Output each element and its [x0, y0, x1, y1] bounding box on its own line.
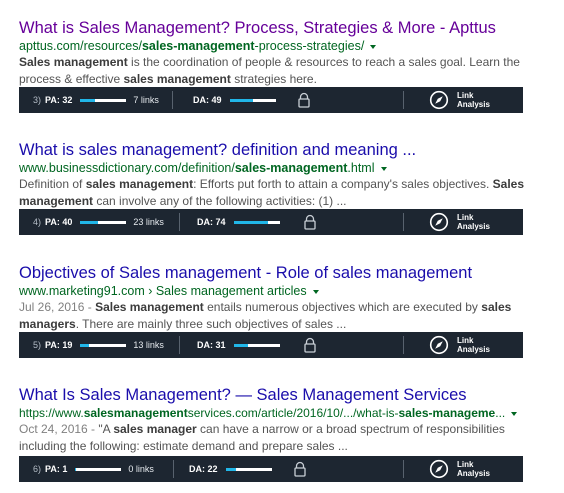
compass-icon[interactable]: [429, 90, 449, 110]
seo-metrics-bar: 6) PA: 10 links DA: 22 Link Analysis: [19, 456, 523, 482]
result-snippet: Oct 24, 2016 - "A sales manager can have…: [19, 422, 505, 453]
result-title-link[interactable]: What is Sales Management? Process, Strat…: [19, 18, 559, 38]
da-meter-fill: [233, 220, 268, 224]
da-meter: [233, 343, 280, 347]
compass-icon[interactable]: [429, 459, 449, 479]
result-title-link[interactable]: What Is Sales Management? — Sales Manage…: [19, 385, 559, 405]
links-count: 23 links: [133, 217, 164, 227]
url-dropdown-caret-icon[interactable]: [511, 411, 518, 416]
divider: [172, 91, 173, 109]
link-analysis-button[interactable]: Link Analysis: [457, 336, 490, 354]
result-url: https://www.salesmanagementservices.com/…: [19, 405, 559, 421]
url-dropdown-caret-icon[interactable]: [312, 289, 319, 294]
url-dropdown-caret-icon[interactable]: [380, 166, 387, 171]
da-meter: [229, 98, 276, 102]
da-meter-fill: [225, 467, 236, 471]
pa-meter: [80, 98, 127, 102]
da-metric: DA: 22: [189, 456, 272, 482]
divider: [403, 460, 404, 478]
da-meter-fill: [229, 98, 253, 102]
seo-metrics-bar: 3) PA: 32 7 links DA: 49 Link Analysis: [19, 87, 523, 113]
links-count: 0 links: [128, 464, 154, 474]
link-analysis-button[interactable]: Link Analysis: [457, 213, 490, 231]
seo-metrics-bar: 4) PA: 40 23 links DA: 74 Link Analysis: [19, 209, 523, 235]
divider: [403, 336, 404, 354]
pa-meter: [80, 220, 127, 224]
result-snippet: Jul 26, 2016 - Sales management entails …: [19, 300, 512, 331]
pa-metric: 4) PA: 40 23 links: [33, 217, 164, 227]
divider: [179, 336, 180, 354]
result-title-link[interactable]: Objectives of Sales management - Role of…: [19, 263, 559, 283]
pa-meter-fill: [80, 98, 96, 102]
result-url: apttus.com/resources/sales-management-pr…: [19, 38, 559, 54]
da-meter-fill: [233, 343, 248, 347]
search-result: What is Sales Management? Process, Strat…: [19, 18, 559, 113]
compass-icon[interactable]: [429, 212, 449, 232]
search-result: What Is Sales Management? — Sales Manage…: [19, 385, 559, 482]
compass-icon[interactable]: [429, 335, 449, 355]
divider: [403, 213, 404, 231]
links-count: 7 links: [133, 95, 159, 105]
divider: [403, 91, 404, 109]
lock-icon[interactable]: [303, 214, 317, 230]
da-meter: [233, 220, 280, 224]
lock-icon[interactable]: [303, 337, 317, 353]
pa-metric: 6) PA: 10 links: [33, 464, 154, 474]
links-count: 13 links: [133, 340, 164, 350]
pa-meter-fill: [80, 220, 99, 224]
pa-meter-fill: [75, 467, 77, 471]
pa-metric: 5) PA: 19 13 links: [33, 340, 164, 350]
link-analysis-button[interactable]: Link Analysis: [457, 91, 490, 109]
pa-meter: [80, 343, 127, 347]
pa-meter: [75, 467, 122, 471]
url-dropdown-caret-icon[interactable]: [370, 44, 377, 49]
result-url: www.marketing91.com › Sales management a…: [19, 283, 559, 299]
lock-icon[interactable]: [293, 461, 307, 477]
result-snippet: Sales management is the coordination of …: [19, 55, 520, 86]
da-metric: DA: 49: [193, 87, 276, 113]
result-snippet: Definition of sales management: Efforts …: [19, 177, 525, 208]
search-result: What is sales management? definition and…: [19, 140, 559, 235]
lock-icon[interactable]: [297, 92, 311, 108]
da-metric: DA: 31: [197, 332, 280, 358]
divider: [173, 460, 174, 478]
search-result: Objectives of Sales management - Role of…: [19, 263, 559, 358]
divider: [179, 213, 180, 231]
link-analysis-button[interactable]: Link Analysis: [457, 460, 490, 478]
da-meter: [225, 467, 272, 471]
da-metric: DA: 74: [197, 209, 280, 235]
result-title-link[interactable]: What is sales management? definition and…: [19, 140, 559, 160]
seo-metrics-bar: 5) PA: 19 13 links DA: 31 Link Analysis: [19, 332, 523, 358]
result-url: www.businessdictionary.com/definition/sa…: [19, 160, 559, 176]
pa-meter-fill: [80, 343, 90, 347]
pa-metric: 3) PA: 32 7 links: [33, 95, 159, 105]
